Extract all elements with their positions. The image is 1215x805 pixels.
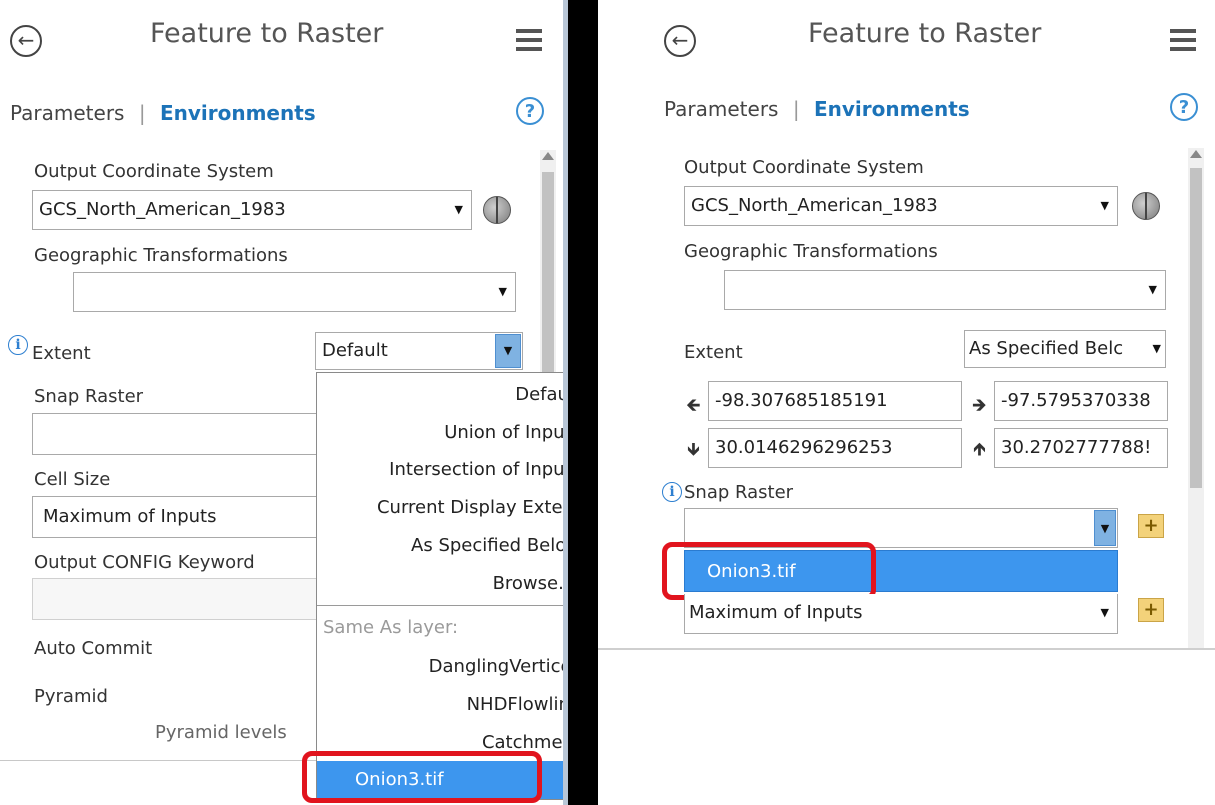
snap-raster-field[interactable] [32,413,322,455]
extent-label: Extent [32,343,91,364]
help-icon[interactable]: ? [1170,93,1198,121]
tab-bar: Parameters | Environments [10,101,316,125]
annotation-highlight [662,542,876,600]
menu-group-label: Same As layer: [323,617,459,638]
config-label: Output CONFIG Keyword [34,552,255,573]
menu-item-as-specified[interactable]: As Specified Below [411,535,581,556]
tab-bar: Parameters | Environments [664,97,970,121]
cell-size-label: Cell Size [34,469,111,490]
info-icon[interactable]: i [662,482,682,502]
output-cs-value: GCS_North_American_1983 [691,195,938,216]
cell-size-select[interactable]: Maximum of Inputs ▼ [684,594,1118,634]
chevron-down-icon: ▼ [498,285,507,298]
extent-select[interactable]: Default [315,332,523,370]
page-title: Feature to Raster [150,18,384,49]
pane-divider [568,0,598,805]
back-icon[interactable]: ← [10,25,42,57]
chevron-down-icon: ▼ [1100,606,1109,619]
scroll-thumb[interactable] [1190,168,1202,488]
page-title: Feature to Raster [808,18,1042,49]
menu-item-layer-dangling[interactable]: DanglingVertices [429,656,581,677]
extent-top-field[interactable]: 30.2702777788! [994,428,1168,468]
add-data-icon[interactable]: + [1138,598,1164,622]
arrow-right-icon: 🡺 [972,395,987,416]
extent-right-field[interactable]: -97.5795370338 [994,381,1168,421]
tab-parameters[interactable]: Parameters [10,101,124,125]
snap-raster-label: Snap Raster [684,482,794,503]
arrow-left-icon: 🡸 [686,395,701,416]
info-icon[interactable]: i [8,335,28,355]
output-cs-select[interactable]: GCS_North_American_1983 ▼ [32,190,472,230]
menu-icon[interactable] [516,29,542,56]
extent-label: Extent [684,342,743,363]
tab-parameters[interactable]: Parameters [664,97,778,121]
output-cs-select[interactable]: GCS_North_American_1983 ▼ [684,186,1118,226]
help-icon[interactable]: ? [516,97,544,125]
snap-raster-dropdown-button[interactable]: ▼ [1094,510,1116,546]
scroll-thumb[interactable] [542,172,554,392]
back-icon[interactable]: ← [664,25,696,57]
extent-left-field[interactable]: -98.307685185191 [708,381,962,421]
geo-trans-label: Geographic Transformations [34,245,288,266]
cell-size-field[interactable]: Maximum of Inputs [32,496,322,538]
auto-commit-label: Auto Commit [34,638,153,659]
output-cs-value: GCS_North_American_1983 [39,199,286,220]
menu-icon[interactable] [1170,29,1196,56]
menu-item-intersection[interactable]: Intersection of Inputs [389,459,581,480]
snap-raster-label: Snap Raster [34,386,144,407]
chevron-down-icon: ▼ [454,203,463,216]
globe-icon[interactable] [1132,192,1160,220]
annotation-highlight [302,751,542,803]
chevron-down-icon: ▼ [1150,331,1161,367]
scroll-up-icon[interactable] [1190,150,1202,158]
pyramid-levels-label: Pyramid levels [155,722,287,743]
pyramid-label: Pyramid [34,686,108,707]
cell-size-value: Maximum of Inputs [689,602,863,623]
geo-trans-select[interactable]: ▼ [724,270,1166,310]
config-field[interactable] [32,578,322,620]
tab-environments[interactable]: Environments [160,101,316,125]
menu-item-current-display[interactable]: Current Display Extent [377,497,581,518]
extent-bottom-field[interactable]: 30.0146296296253 [708,428,962,468]
output-cs-label: Output Coordinate System [34,161,274,182]
right-pane-bottom-edge [598,648,1215,650]
tab-separator: | [138,101,146,125]
extent-select[interactable]: As Specified Belc ▼ [964,330,1166,368]
right-pane: ← Feature to Raster Parameters | Environ… [598,0,1215,650]
geo-trans-select[interactable]: ▼ [73,272,516,312]
extent-dropdown-menu: Default Union of Inputs Intersection of … [316,372,592,800]
chevron-down-icon: ▼ [1100,199,1109,212]
chevron-down-icon: ▼ [1148,283,1157,296]
tab-environments[interactable]: Environments [814,97,970,121]
geo-trans-label: Geographic Transformations [684,241,938,262]
pane-divider-edge [563,0,568,805]
extent-value: As Specified Belc [969,338,1124,359]
arrow-up-icon: 🡹 [973,439,986,460]
extent-value: Default [322,340,388,361]
scrollbar[interactable] [1188,148,1204,648]
arrow-down-icon: 🡻 [687,439,700,460]
extent-dropdown-button[interactable]: ▼ [495,334,521,368]
globe-icon[interactable] [483,196,511,224]
scroll-up-icon[interactable] [542,152,554,160]
output-cs-label: Output Coordinate System [684,157,924,178]
add-data-icon[interactable]: + [1138,514,1164,538]
tab-separator: | [792,97,800,121]
menu-item-union[interactable]: Union of Inputs [444,422,581,443]
menu-divider [317,605,591,606]
